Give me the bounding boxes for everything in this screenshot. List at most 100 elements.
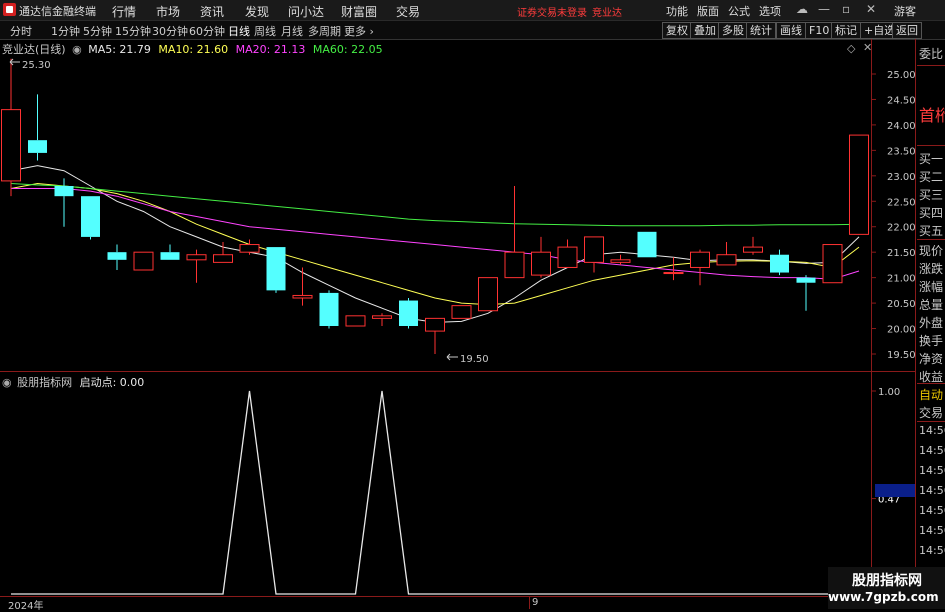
candle-body [478, 277, 498, 312]
candlestick-chart[interactable]: 25.00 24.50 24.00 23.50 23.00 22.50 22.00 21.50… [0, 56, 915, 370]
candle-body [557, 246, 578, 268]
candle[interactable] [399, 298, 418, 329]
guest-label[interactable]: 游客 [894, 3, 916, 19]
period-30min[interactable]: 30分钟 [152, 23, 188, 39]
candle[interactable] [637, 231, 657, 258]
candle[interactable] [690, 249, 710, 286]
high-arrow-icon [9, 58, 20, 66]
candle[interactable] [584, 236, 604, 273]
candle[interactable] [160, 244, 180, 260]
ma60-label: MA60: 22.05 [312, 43, 383, 56]
mark-button[interactable]: 标记 [831, 22, 861, 39]
candle[interactable] [425, 317, 445, 354]
draw-line-button[interactable]: 画线 [776, 22, 806, 39]
stats-button[interactable]: 统计 [746, 22, 776, 39]
y-axis-tick-label: 19.50 [887, 350, 915, 361]
f10-button[interactable]: F10 [805, 22, 834, 39]
trade-time: 14:56 [919, 464, 945, 477]
period-monthly[interactable]: 月线 [281, 23, 303, 39]
period-multi[interactable]: 多周期 [308, 23, 341, 39]
panel-weibi: 委比 [919, 47, 944, 61]
menu-item-discover[interactable]: 发现 [245, 3, 269, 20]
period-timeshare[interactable]: 分时 [10, 23, 32, 39]
candle-body [107, 252, 127, 260]
indicator-chart[interactable]: 1.000.47 [0, 372, 915, 596]
candle-body [770, 254, 789, 273]
candle[interactable] [107, 244, 127, 270]
menu-item-ask[interactable]: 问小达 [288, 3, 324, 20]
candle[interactable] [743, 236, 763, 255]
candle[interactable] [1, 58, 21, 197]
candle[interactable] [504, 186, 525, 279]
candle[interactable] [345, 315, 366, 327]
candle[interactable] [133, 251, 154, 271]
candle-body [584, 236, 604, 263]
menu-item-market[interactable]: 市场 [156, 3, 180, 20]
panel-bid5: 买五 [919, 224, 944, 238]
menu-item-wealth[interactable]: 财富圈 [341, 3, 377, 20]
candle[interactable] [822, 244, 843, 284]
panel-price: 现价 [919, 244, 944, 258]
candle[interactable] [451, 305, 472, 319]
back-button[interactable]: 返回 [892, 22, 922, 39]
candle[interactable] [372, 313, 392, 326]
period-60min[interactable]: 60分钟 [189, 23, 225, 39]
candle[interactable] [849, 134, 869, 235]
candle-body [1, 109, 21, 182]
candle[interactable] [716, 242, 737, 266]
panel-divider-2 [917, 145, 945, 146]
low-arrow-icon [446, 353, 458, 361]
period-5min[interactable]: 5分钟 [83, 23, 112, 39]
minimize-icon[interactable]: — [818, 2, 830, 16]
chart-title[interactable]: 竞业达(日线) [2, 43, 66, 56]
candle[interactable] [796, 275, 816, 311]
candle[interactable] [557, 239, 578, 268]
period-more[interactable]: 更多 › [344, 23, 374, 39]
watermark-url: www.7gpzb.com [828, 590, 939, 604]
candle-body [28, 140, 47, 153]
y-axis-tick-label: 20.00 [887, 325, 915, 336]
candle[interactable] [770, 249, 789, 276]
menu-item-options[interactable]: 选项 [759, 3, 781, 19]
close-icon[interactable]: ✕ [866, 2, 876, 16]
panel-trade-tab[interactable]: 交易 [919, 404, 943, 421]
maximize-icon[interactable]: ▫ [842, 2, 850, 16]
panel-divider-1 [917, 65, 945, 66]
overlay-button[interactable]: 叠加 [690, 22, 720, 39]
menu-item-function[interactable]: 功能 [666, 3, 688, 19]
menu-item-news[interactable]: 资讯 [200, 3, 224, 20]
candle[interactable] [319, 290, 339, 329]
warning-stock[interactable]: 竞业达 [592, 4, 622, 19]
panel-auto-tab[interactable]: 自动 [919, 386, 943, 403]
period-15min[interactable]: 15分钟 [115, 23, 151, 39]
y-axis-tick-label: 23.00 [887, 172, 915, 183]
candle[interactable] [478, 277, 498, 312]
menu-item-trade[interactable]: 交易 [396, 3, 420, 20]
settings-dot-icon[interactable]: ◉ [72, 43, 82, 56]
candle[interactable] [292, 267, 313, 306]
candle[interactable] [266, 247, 286, 293]
candle[interactable] [531, 236, 551, 278]
menu-item-quotes[interactable]: 行情 [112, 3, 136, 20]
candle-body [81, 196, 100, 237]
panel-stock-name: 首桁 [919, 106, 945, 125]
period-daily[interactable]: 日线 [228, 23, 250, 39]
adjust-button[interactable]: 复权 [662, 22, 692, 39]
menu-item-formula[interactable]: 公式 [728, 3, 750, 19]
candle[interactable] [186, 249, 207, 283]
candle[interactable] [663, 257, 684, 281]
candle[interactable] [81, 196, 100, 240]
menu-item-layout[interactable]: 版面 [697, 3, 719, 19]
candle[interactable] [28, 94, 47, 161]
panel-volume: 总量 [919, 298, 944, 312]
cloud-icon[interactable]: ☁ [796, 2, 808, 16]
login-warning[interactable]: 证券交易未登录 [517, 4, 587, 19]
candle-body [319, 292, 339, 326]
period-weekly[interactable]: 周线 [254, 23, 276, 39]
candle[interactable] [610, 254, 631, 265]
multi-stock-button[interactable]: 多股 [718, 22, 748, 39]
candle-body [213, 254, 233, 263]
y-axis-tick-label: 23.50 [887, 146, 915, 157]
period-1min[interactable]: 1分钟 [51, 23, 80, 39]
diamond-icon[interactable]: ◇ [847, 42, 855, 55]
